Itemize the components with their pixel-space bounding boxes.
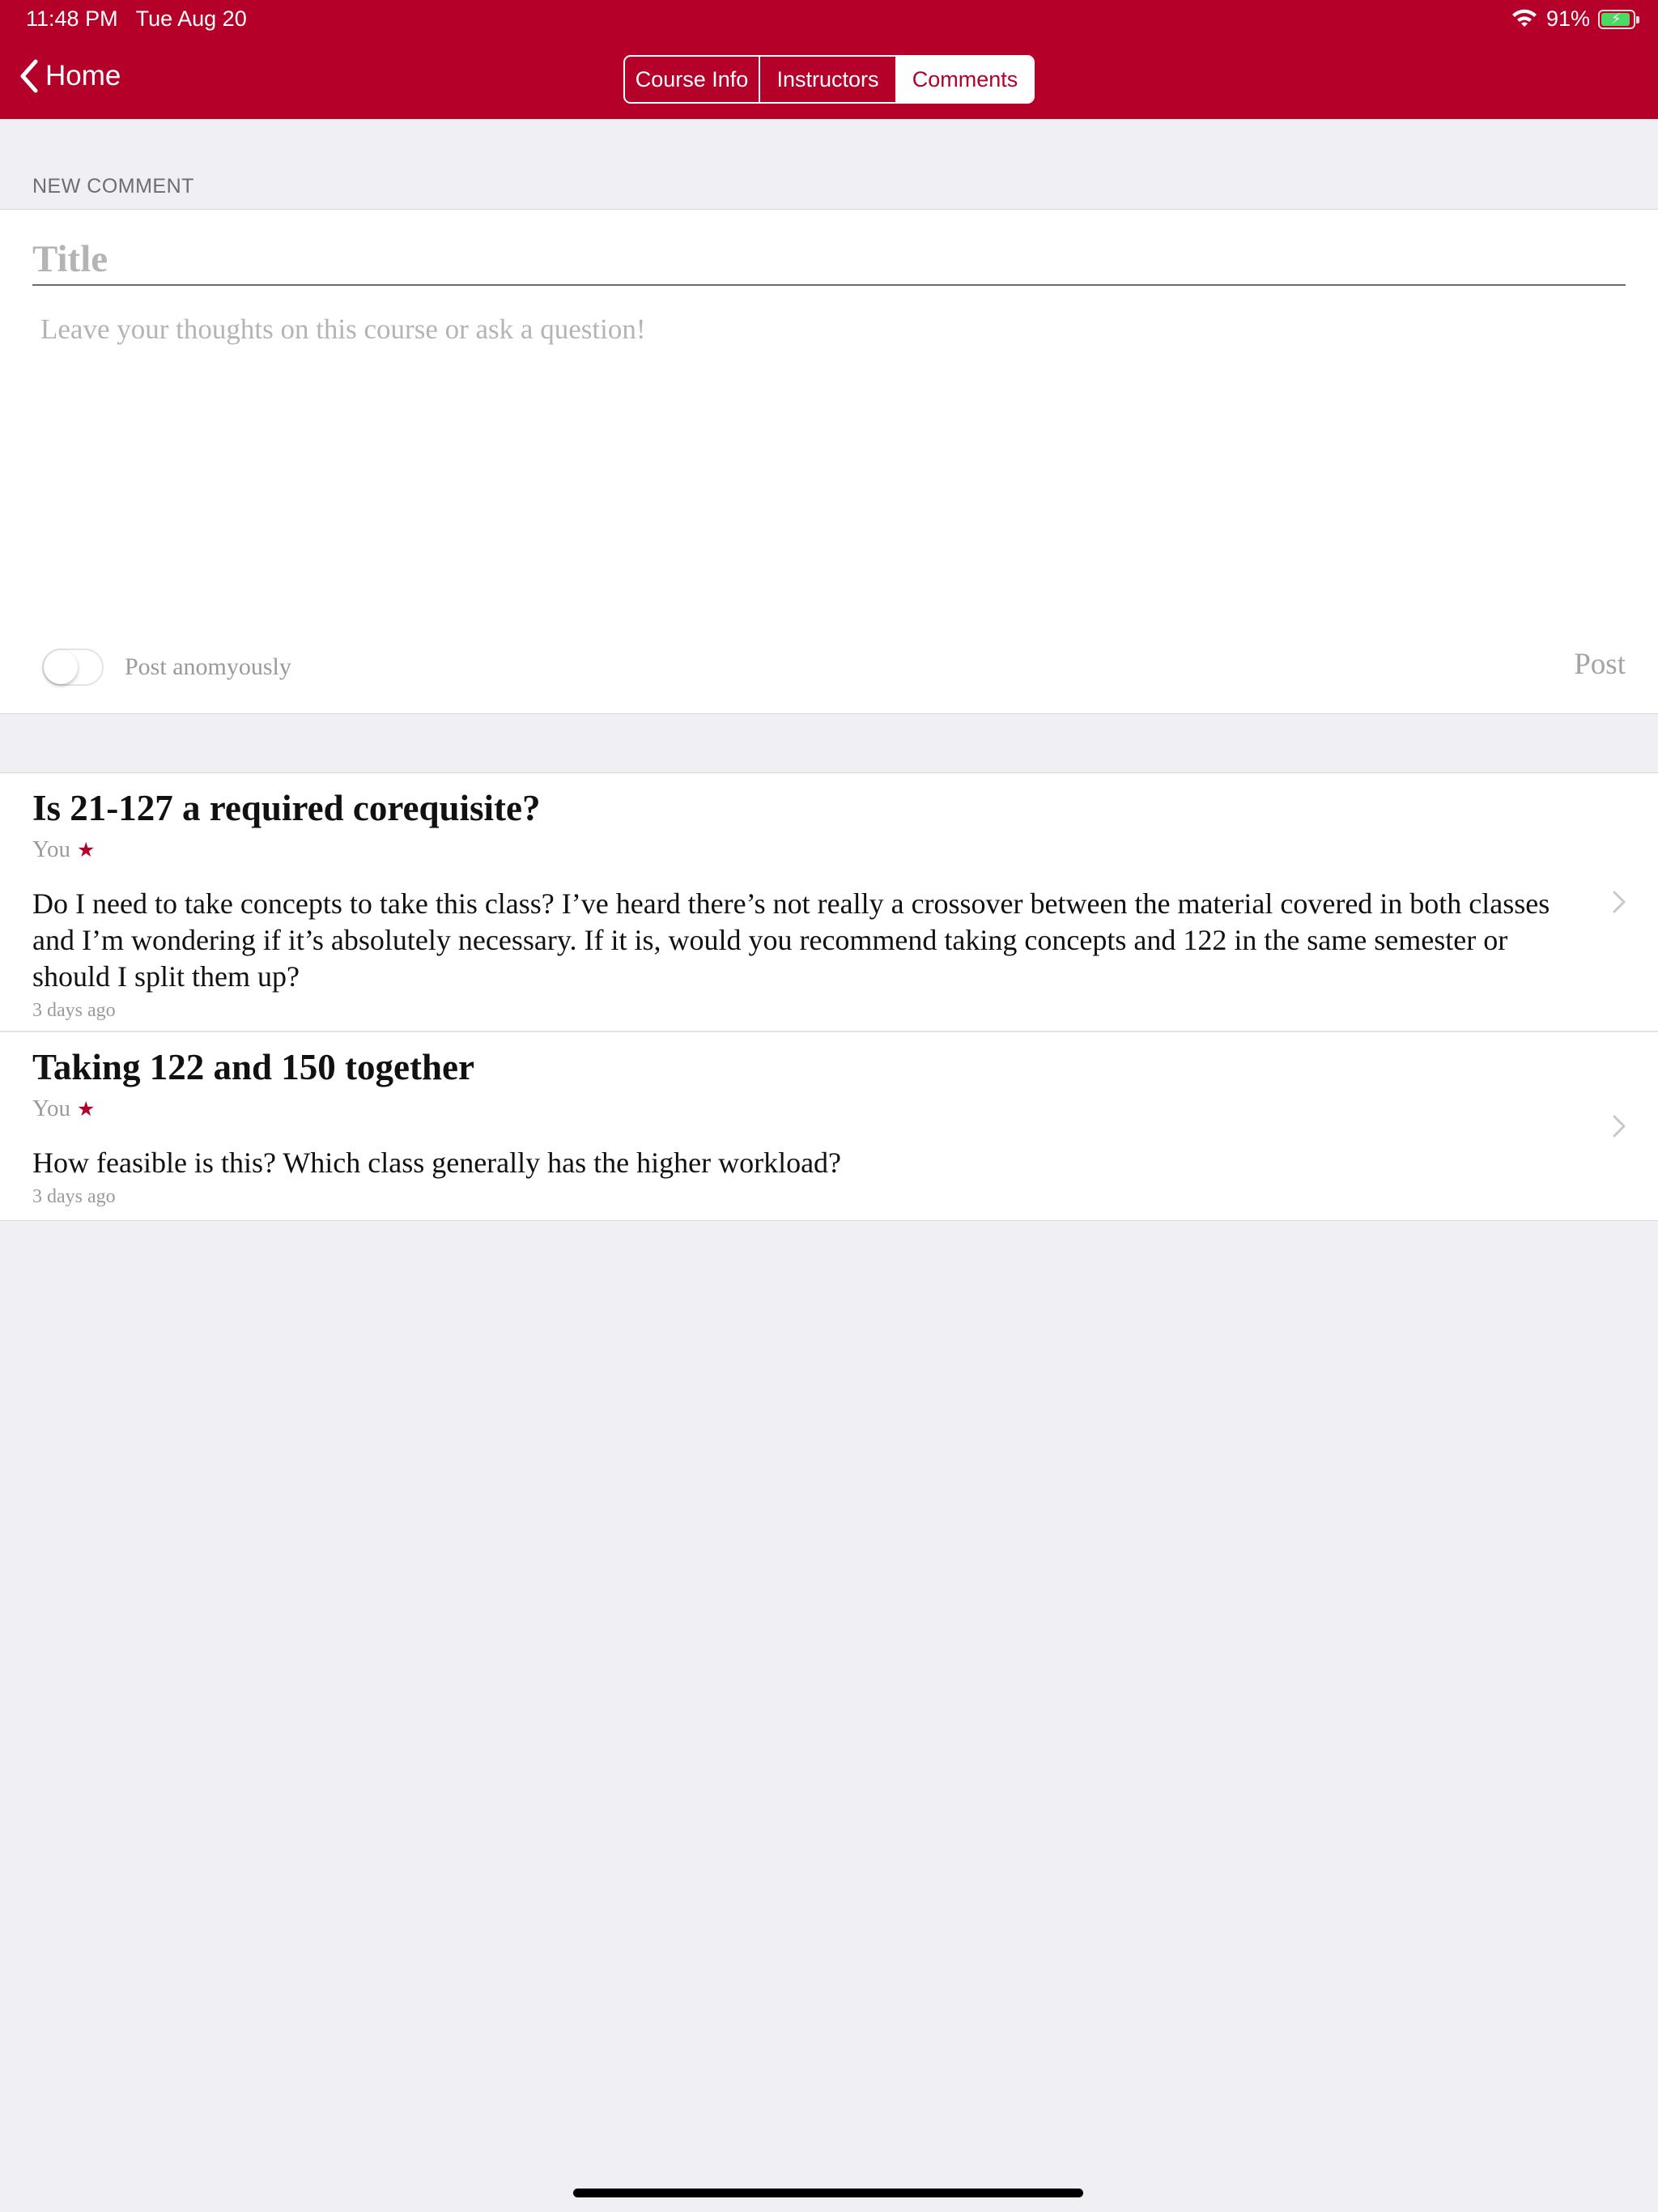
chevron-right-icon [1613, 1115, 1626, 1138]
comment-body: Do I need to take concepts to take this … [32, 887, 1550, 993]
comment-timestamp: 3 days ago [32, 1000, 116, 1022]
star-icon: ★ [77, 839, 96, 861]
title-input[interactable] [32, 234, 1626, 286]
comment-title: Is 21-127 a required corequisite? [32, 788, 541, 828]
comment-list: Is 21-127 a required corequisite? You ★ D… [0, 772, 1658, 1221]
comment-timestamp: 3 days ago [32, 1186, 116, 1208]
status-indicators: 91% ⚡ [1511, 6, 1639, 32]
comment-body-input[interactable] [32, 307, 1626, 574]
star-icon: ★ [77, 1098, 96, 1121]
back-label: Home [45, 60, 121, 91]
segmented-control: Course Info Instructors Comments [623, 55, 1035, 104]
status-time: 11:48 PM Tue Aug 20 [26, 6, 247, 31]
chevron-right-icon [1613, 891, 1626, 913]
back-button[interactable]: Home [18, 58, 121, 94]
toggle-knob [44, 650, 78, 684]
new-comment-section-label: NEW COMMENT [32, 175, 194, 198]
comment-item[interactable]: Taking 122 and 150 together You ★ How fea… [0, 1032, 1658, 1220]
tab-course-info[interactable]: Course Info [625, 57, 760, 102]
anonymous-toggle[interactable] [42, 649, 104, 686]
comment-item[interactable]: Is 21-127 a required corequisite? You ★ D… [0, 773, 1658, 1032]
wifi-icon [1511, 9, 1537, 27]
comment-title: Taking 122 and 150 together [32, 1047, 474, 1087]
chevron-left-icon [20, 59, 38, 93]
post-button[interactable]: Post [1574, 647, 1626, 682]
comment-author: You ★ [32, 1095, 96, 1121]
home-indicator[interactable] [573, 2189, 1083, 2197]
tab-comments[interactable]: Comments [897, 57, 1033, 102]
new-comment-form: Post anomyously Post [0, 209, 1658, 714]
anonymous-label: Post anomyously [125, 653, 291, 680]
comment-author: You ★ [32, 836, 96, 862]
navigation-header: 11:48 PM Tue Aug 20 91% ⚡ Home Course In… [0, 0, 1658, 119]
comment-body: How feasible is this? Which class genera… [32, 1146, 842, 1180]
tab-instructors[interactable]: Instructors [760, 57, 897, 102]
battery-percent: 91% [1545, 6, 1590, 31]
battery-icon: ⚡ [1598, 9, 1639, 29]
